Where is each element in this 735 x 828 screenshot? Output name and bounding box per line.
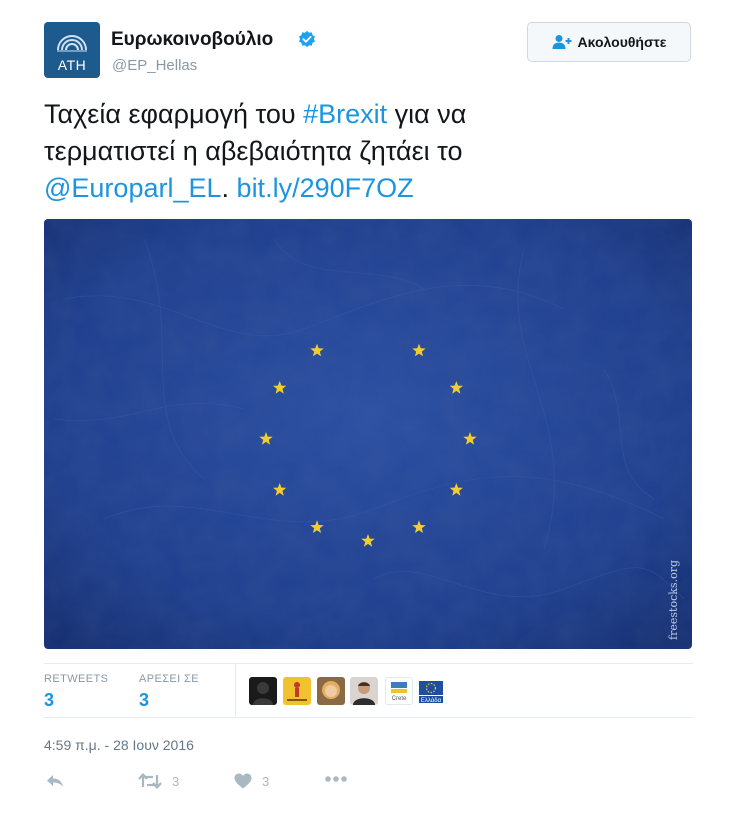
follow-button[interactable]: Ακολουθήστε	[527, 22, 691, 62]
profile-avatar[interactable]: ATH	[44, 22, 100, 78]
eu-flag-avatar-text: Ελλάδα	[421, 697, 442, 704]
follow-button-label: Ακολουθήστε	[577, 34, 667, 50]
eu-flag-avatar-icon: Ελλάδα	[419, 681, 443, 704]
liker-avatar[interactable]	[249, 677, 277, 705]
parliament-hemicycle-icon	[57, 35, 87, 52]
retweet-button[interactable]: 3	[138, 773, 179, 789]
short-url-link[interactable]: bit.ly/290F7OZ	[237, 173, 414, 203]
add-user-icon	[552, 35, 572, 49]
hashtag-link[interactable]: #Brexit	[303, 99, 387, 129]
mention-link[interactable]: @Europarl_EL	[44, 173, 222, 203]
author-handle[interactable]: @EP_Hellas	[112, 57, 197, 74]
reply-button[interactable]	[45, 773, 65, 789]
tweet-text: Ταχεία εφαρμογή του #Brexit για να τερματ…	[44, 96, 694, 207]
image-watermark: freestocks.org	[667, 560, 680, 640]
more-options-button[interactable]	[324, 775, 348, 783]
tweet-text-segment: .	[221, 173, 230, 203]
avatar-code: ATH	[57, 57, 87, 73]
like-button[interactable]: 3	[234, 773, 269, 789]
separator	[44, 663, 693, 664]
retweet-icon	[138, 773, 162, 789]
likes-label[interactable]: ΑΡΕΣΕΙ ΣΕ	[139, 673, 199, 685]
retweets-count[interactable]: 3	[44, 690, 54, 711]
liker-avatar[interactable]	[283, 677, 311, 705]
crete-logo-text: Crete	[392, 696, 407, 702]
author-name[interactable]: Ευρωκοινοβούλιο	[111, 29, 273, 51]
liker-avatar[interactable]: Ελλάδα	[417, 677, 445, 705]
tweet-timestamp[interactable]: 4:59 π.μ. - 28 Ιουν 2016	[44, 737, 194, 753]
like-action-count: 3	[262, 773, 270, 789]
separator	[44, 717, 693, 718]
tweet-text-segment: Ταχεία εφαρμογή του	[44, 99, 304, 129]
eu-flag-missing-star-image	[44, 219, 692, 649]
crete-logo-avatar-icon: Crete	[391, 682, 407, 702]
heart-icon	[234, 773, 252, 789]
likes-count[interactable]: 3	[139, 690, 149, 711]
tweet-image[interactable]	[44, 219, 692, 649]
dark-silhouette-avatar-icon	[253, 682, 273, 705]
tweet-text-segment: για να	[387, 99, 467, 129]
reply-icon	[47, 775, 63, 787]
yellow-poster-avatar-icon	[287, 682, 307, 701]
man-portrait-avatar-icon	[353, 682, 375, 705]
retweet-action-count: 3	[172, 773, 180, 789]
verified-badge-icon	[298, 30, 316, 48]
liker-avatar[interactable]	[317, 677, 345, 705]
liker-avatar[interactable]	[350, 677, 378, 705]
blonde-woman-avatar-icon	[322, 681, 340, 699]
tweet-text-segment: τερματιστεί η αβεβαιότητα ζητάει το	[44, 136, 463, 166]
retweets-label[interactable]: RETWEETS	[44, 673, 108, 685]
stats-divider	[235, 664, 236, 716]
more-dots-icon	[325, 776, 347, 782]
liker-avatar[interactable]: Crete	[385, 677, 413, 705]
